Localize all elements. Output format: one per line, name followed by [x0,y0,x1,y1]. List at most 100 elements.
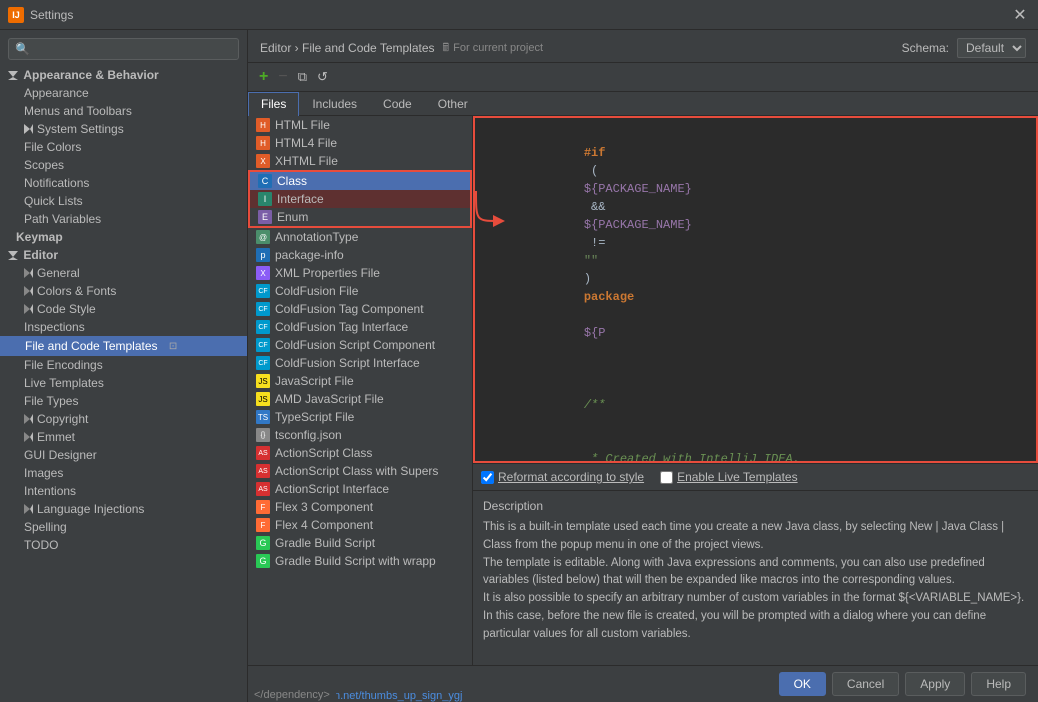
sidebar-item-appearance[interactable]: Appearance [0,84,247,102]
expand-icon-editor [8,251,18,260]
as-file-icon: AS [256,446,270,460]
content-area: Appearance & Behavior Appearance Menus a… [0,30,1038,702]
sidebar-item-file-types[interactable]: File Types [0,392,247,410]
file-item-xhtml[interactable]: X XHTML File [248,152,472,170]
expand-icon-general [24,268,33,278]
reformat-checkbox[interactable] [481,471,494,484]
dependency-tag: </dependency> [248,688,336,702]
project-scope-label: For current project [443,39,543,58]
js-file-icon: JS [256,374,270,388]
file-item-enum[interactable]: E Enum [250,208,470,226]
tab-other[interactable]: Other [425,92,481,115]
sidebar-item-menus-toolbars[interactable]: Menus and Toolbars [0,102,247,120]
file-item-class[interactable]: C Class [250,172,470,190]
sidebar-item-emmet[interactable]: Emmet [0,428,247,446]
sidebar-item-keymap[interactable]: Keymap [0,228,247,246]
sidebar-group-appearance-behavior[interactable]: Appearance & Behavior [0,66,247,84]
sidebar-item-spelling[interactable]: Spelling [0,518,247,536]
ts-file-icon: TS [256,410,270,424]
tab-code[interactable]: Code [370,92,425,115]
apply-button[interactable]: Apply [905,672,965,696]
sidebar-item-general[interactable]: General [0,264,247,282]
amd-js-icon: JS [256,392,270,406]
cf-tag-comp-icon: CF [256,302,270,316]
live-templates-label: Enable Live Templates [677,470,798,484]
file-item-gradle-wrap[interactable]: G Gradle Build Script with wrapp [248,552,472,570]
sidebar-item-colors-fonts[interactable]: Colors & Fonts [0,282,247,300]
code-editor[interactable]: #if ( ${PACKAGE_NAME} && ${PACKAGE_NAME}… [473,116,1038,463]
sidebar-item-inspections[interactable]: Inspections [0,318,247,336]
file-item-cf-script-component[interactable]: CF ColdFusion Script Component [248,336,472,354]
sidebar-item-code-style[interactable]: Code Style [0,300,247,318]
sidebar: Appearance & Behavior Appearance Menus a… [0,30,248,702]
file-item-typescript[interactable]: TS TypeScript File [248,408,472,426]
live-templates-checkbox-group[interactable]: Enable Live Templates [660,470,798,484]
expand-icon-emmet [24,432,33,442]
file-item-amd-javascript[interactable]: JS AMD JavaScript File [248,390,472,408]
file-item-cf-tag-interface[interactable]: CF ColdFusion Tag Interface [248,318,472,336]
ok-button[interactable]: OK [779,672,826,696]
bottom-options: Reformat according to style Enable Live … [473,463,1038,490]
code-line-comment-start: /** [483,378,1028,432]
sidebar-item-notifications[interactable]: Notifications [0,174,247,192]
file-item-actionscript-supers[interactable]: AS ActionScript Class with Supers [248,462,472,480]
expand-icon [8,71,18,80]
live-templates-checkbox[interactable] [660,471,673,484]
file-item-gradle[interactable]: G Gradle Build Script [248,534,472,552]
sidebar-item-file-encodings[interactable]: File Encodings [0,356,247,374]
sidebar-item-file-colors[interactable]: File Colors [0,138,247,156]
add-template-button[interactable]: + [256,67,271,87]
remove-template-button[interactable]: − [275,67,290,87]
sidebar-item-scopes[interactable]: Scopes [0,156,247,174]
schema-label: Schema: [902,41,949,55]
tab-includes[interactable]: Includes [299,92,370,115]
file-item-actionscript-interface[interactable]: AS ActionScript Interface [248,480,472,498]
panel-header: Editor › File and Code Templates For cur… [248,30,1038,63]
file-item-cf-tag-component[interactable]: CF ColdFusion Tag Component [248,300,472,318]
title-bar: IJ Settings ✕ [0,0,1038,30]
help-button[interactable]: Help [971,672,1026,696]
tabs-row: Files Includes Code Other [248,92,1038,116]
search-input[interactable] [8,38,239,60]
schema-select[interactable]: Default Project [957,38,1026,58]
file-item-tsconfig[interactable]: {} tsconfig.json [248,426,472,444]
sidebar-item-quick-lists[interactable]: Quick Lists [0,192,247,210]
file-item-coldfusion[interactable]: CF ColdFusion File [248,282,472,300]
flex3-icon: F [256,500,270,514]
file-item-interface[interactable]: I Interface [250,190,470,208]
tab-files[interactable]: Files [248,92,299,116]
gradle-wrap-icon: G [256,554,270,568]
file-item-html[interactable]: H HTML File [248,116,472,134]
sidebar-item-live-templates[interactable]: Live Templates [0,374,247,392]
split-pane: H HTML File H HTML4 File X XHTML File [248,116,1038,665]
sidebar-group-editor[interactable]: Editor [0,246,247,264]
sidebar-item-images[interactable]: Images [0,464,247,482]
sidebar-item-path-variables[interactable]: Path Variables [0,210,247,228]
sidebar-item-file-code-templates[interactable]: File and Code Templates ⊡ [0,336,247,356]
reformat-checkbox-group[interactable]: Reformat according to style [481,470,644,484]
toolbar: + − ⧉ ↺ [248,63,1038,92]
code-line-blank [483,360,1028,378]
reset-template-button[interactable]: ↺ [314,68,331,86]
reformat-label: Reformat according to style [498,470,644,484]
sidebar-item-intentions[interactable]: Intentions [0,482,247,500]
file-item-flex4[interactable]: F Flex 4 Component [248,516,472,534]
code-line-created: * Created with IntelliJ IDEA. [483,432,1028,463]
sidebar-item-copyright[interactable]: Copyright [0,410,247,428]
sidebar-item-todo[interactable]: TODO [0,536,247,554]
close-button[interactable]: ✕ [1010,5,1030,25]
file-item-html4[interactable]: H HTML4 File [248,134,472,152]
sidebar-item-system-settings[interactable]: System Settings [0,120,247,138]
file-item-annotation[interactable]: @ AnnotationType [248,228,472,246]
file-item-package-info[interactable]: p package-info [248,246,472,264]
xhtml-file-icon: X [256,154,270,168]
file-item-flex3[interactable]: F Flex 3 Component [248,498,472,516]
sidebar-item-gui-designer[interactable]: GUI Designer [0,446,247,464]
sidebar-item-language-injections[interactable]: Language Injections [0,500,247,518]
cancel-button[interactable]: Cancel [832,672,899,696]
file-item-javascript[interactable]: JS JavaScript File [248,372,472,390]
file-item-cf-script-interface[interactable]: CF ColdFusion Script Interface [248,354,472,372]
copy-template-button[interactable]: ⧉ [295,68,310,86]
file-item-actionscript[interactable]: AS ActionScript Class [248,444,472,462]
file-item-xml-properties[interactable]: X XML Properties File [248,264,472,282]
